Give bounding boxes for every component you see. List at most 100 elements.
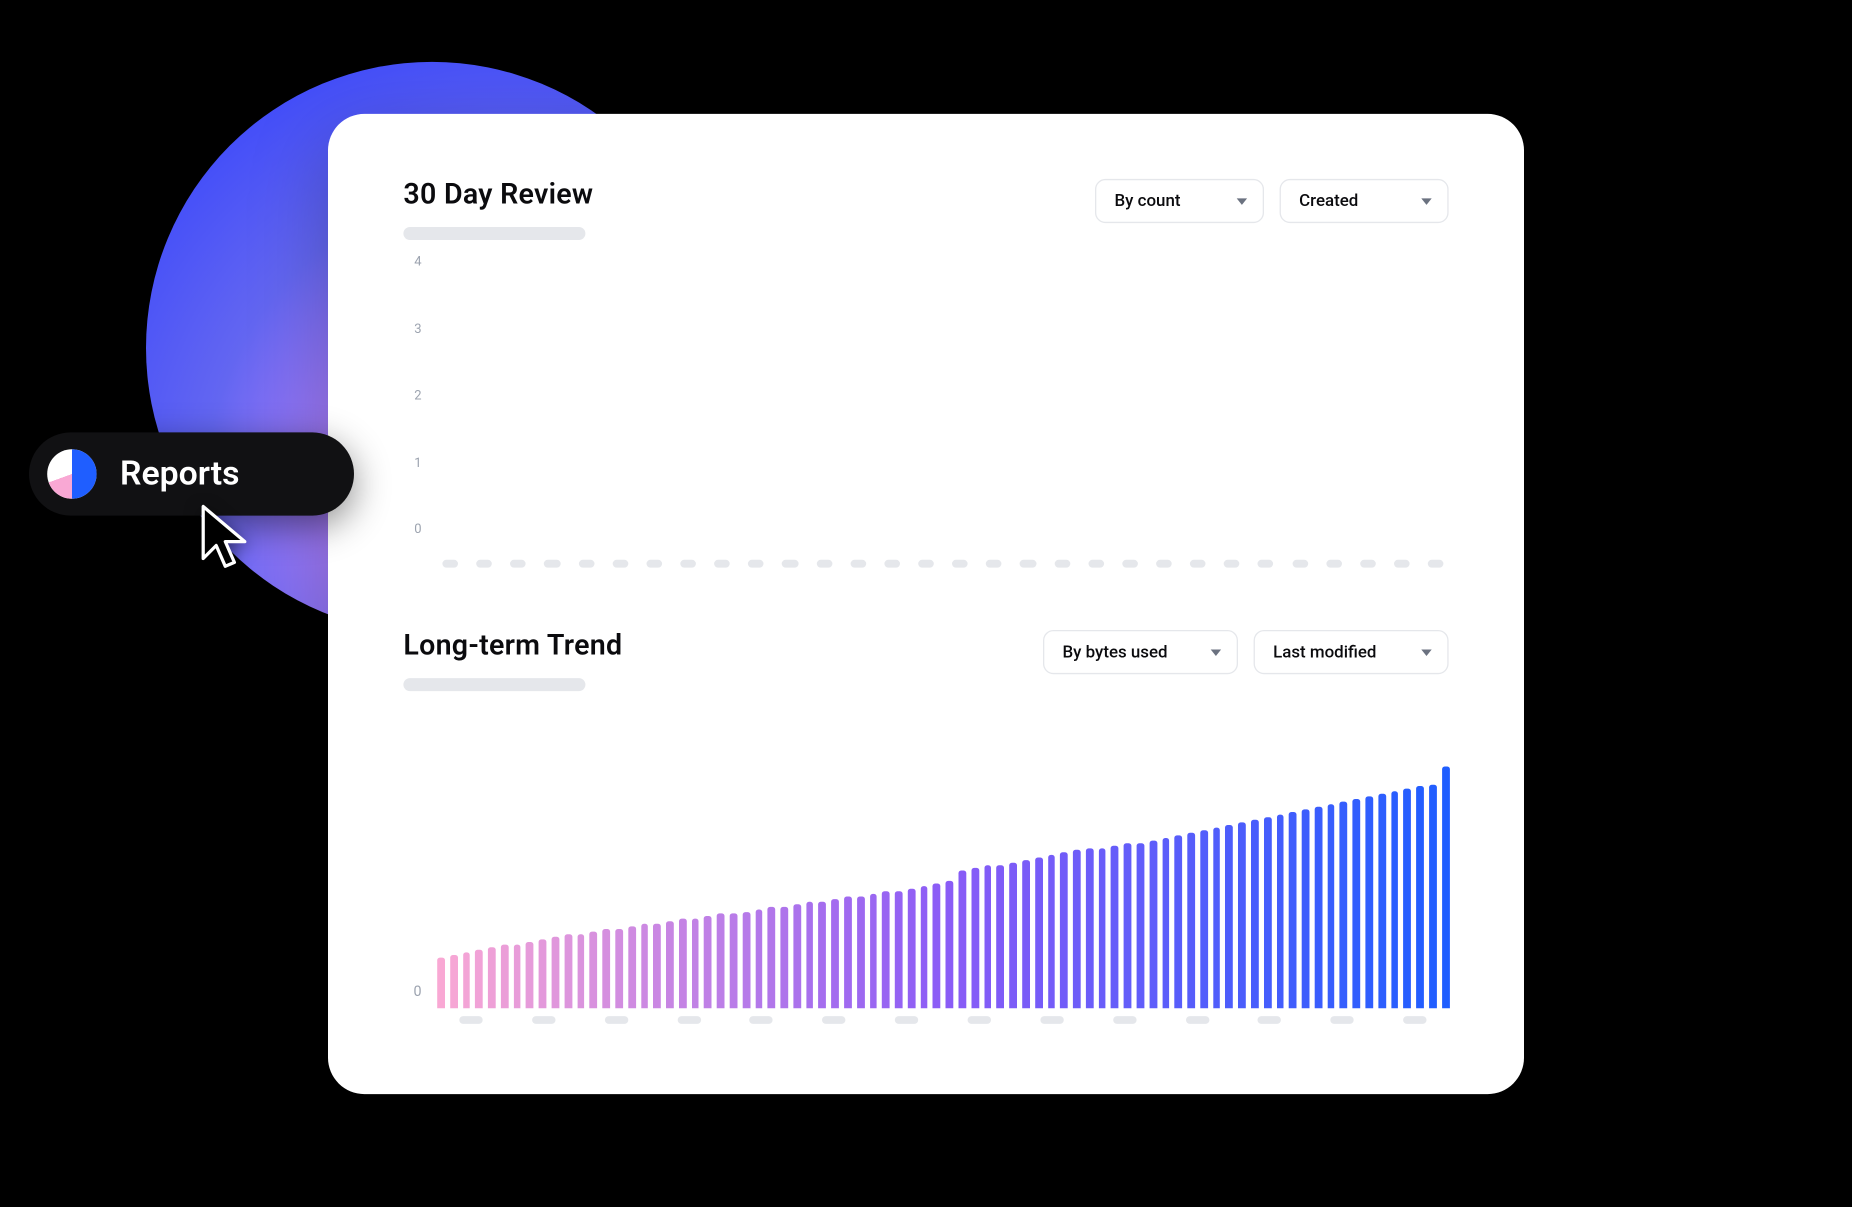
bar (831, 898, 839, 1008)
x-tick (709, 552, 735, 575)
chevron-down-icon (1421, 197, 1431, 204)
x-tick (1355, 552, 1381, 575)
x-tick (1287, 552, 1313, 575)
x-tick (1049, 552, 1075, 575)
subtitle-skeleton (403, 678, 585, 691)
bar (1009, 863, 1017, 1008)
bar (819, 901, 827, 1008)
x-tick (800, 1016, 867, 1039)
dropdown-field-label: Created (1299, 191, 1358, 211)
bar (1429, 784, 1437, 1008)
x-tick (437, 552, 463, 575)
bar (1353, 799, 1361, 1008)
bar (844, 896, 852, 1008)
bar (1378, 794, 1386, 1008)
bar (717, 914, 725, 1008)
y-tick-label: 0 (414, 982, 422, 999)
bar (895, 891, 903, 1008)
bar (793, 903, 801, 1007)
x-tick (641, 552, 667, 575)
x-tick (1309, 1016, 1376, 1039)
x-tick (675, 552, 701, 575)
bar (1162, 837, 1170, 1008)
bar (1365, 796, 1373, 1007)
x-tick (1236, 1016, 1303, 1039)
x-tick (607, 552, 633, 575)
bar (603, 929, 611, 1008)
dropdown-field-label: Last modified (1273, 642, 1376, 662)
bar (755, 908, 763, 1007)
bar (1251, 819, 1259, 1008)
dropdown-field[interactable]: Created (1280, 178, 1449, 222)
x-tick (437, 1016, 504, 1039)
x-tick (947, 552, 973, 575)
bar (552, 936, 560, 1007)
x-tick (728, 1016, 795, 1039)
bar (1315, 807, 1323, 1008)
bar (1238, 822, 1246, 1008)
bar (590, 931, 598, 1007)
x-tick (1018, 1016, 1085, 1039)
x-tick (811, 552, 837, 575)
bar (1111, 845, 1119, 1008)
cursor-icon (198, 503, 255, 571)
x-tick (505, 552, 531, 575)
bar (641, 924, 649, 1008)
x-tick (1253, 552, 1279, 575)
bar (692, 919, 700, 1008)
bar (463, 952, 471, 1008)
reports-pill-label: Reports (120, 454, 240, 493)
chevron-down-icon (1237, 197, 1247, 204)
bar (1302, 809, 1310, 1008)
dropdown-metric[interactable]: By bytes used (1043, 630, 1238, 674)
y-tick-label: 0 (414, 522, 421, 536)
bar (539, 939, 547, 1008)
x-tick (946, 1016, 1013, 1039)
bar (1073, 850, 1081, 1008)
x-tick (1083, 552, 1109, 575)
x-tick (582, 1016, 649, 1039)
x-tick (777, 552, 803, 575)
bar (1048, 855, 1056, 1008)
x-tick (1381, 1016, 1448, 1039)
x-tick (1091, 1016, 1158, 1039)
bar (1175, 835, 1183, 1008)
pie-chart-icon (47, 449, 96, 498)
x-tick (539, 552, 565, 575)
x-tick (1219, 552, 1245, 575)
section-title: 30 Day Review (403, 178, 593, 211)
x-tick (873, 1016, 940, 1039)
section-long-term-trend: Long-term Trend By bytes used Last modif… (403, 630, 1448, 1040)
bar (1276, 814, 1284, 1008)
dropdown-metric[interactable]: By count (1095, 178, 1264, 222)
bar (615, 929, 623, 1008)
bar (577, 934, 585, 1008)
x-tick (879, 552, 905, 575)
y-tick-label: 4 (414, 254, 421, 268)
reports-pill-button[interactable]: Reports (29, 432, 354, 515)
chevron-down-icon (1211, 648, 1221, 655)
bar (1226, 824, 1234, 1007)
subtitle-skeleton (403, 227, 585, 240)
y-tick-label: 2 (414, 388, 421, 402)
bar (653, 924, 661, 1008)
y-tick-label: 3 (414, 321, 421, 335)
bar (742, 911, 750, 1008)
bar (806, 901, 814, 1008)
x-tick (573, 552, 599, 575)
bar (450, 954, 458, 1008)
bar (730, 914, 738, 1008)
bar (882, 891, 890, 1008)
bar (768, 906, 776, 1008)
bar (1289, 812, 1297, 1008)
dropdown-metric-label: By bytes used (1063, 642, 1168, 662)
bar (501, 944, 509, 1008)
bar (1442, 766, 1450, 1008)
dropdown-field[interactable]: Last modified (1254, 630, 1449, 674)
bar (1124, 842, 1132, 1008)
x-tick (1163, 1016, 1230, 1039)
bar (946, 880, 954, 1007)
bar (1022, 860, 1030, 1008)
bar (997, 865, 1005, 1008)
bar (1149, 840, 1157, 1008)
